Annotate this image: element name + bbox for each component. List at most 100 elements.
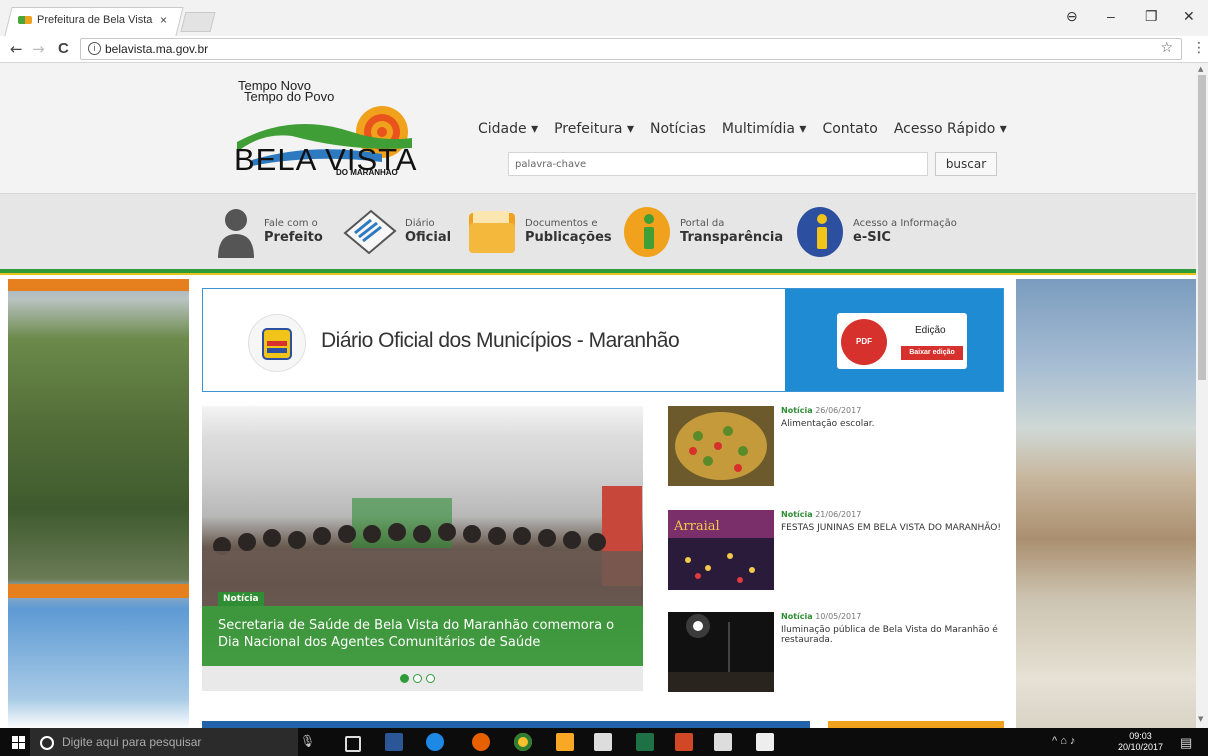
- nav-prefeitura[interactable]: Prefeitura ▾: [554, 121, 634, 137]
- news-meta: Notícia 21/06/2017: [781, 510, 861, 519]
- excel-icon[interactable]: [636, 733, 654, 751]
- news-meta: Notícia 10/05/2017: [781, 612, 861, 621]
- tab-content[interactable]: Prefeitura de Bela Vista d ×: [18, 13, 167, 27]
- browser-tab-bar: Prefeitura de Bela Vista d × ⊖ – ❐ ✕: [0, 0, 1208, 36]
- logo-tagline-2: Tempo do Povo: [244, 89, 335, 104]
- diario-edition-panel: PDF Edição Baixar edição: [785, 289, 1003, 391]
- close-tab-icon[interactable]: ×: [160, 13, 167, 27]
- bookmark-star-icon[interactable]: ☆: [1160, 40, 1173, 56]
- quick-link-esic[interactable]: Acesso a Informação e-SIC: [795, 206, 957, 258]
- tab-title[interactable]: Prefeitura de Bela Vista d: [37, 14, 155, 26]
- side-photo-left: [8, 279, 189, 728]
- url-text[interactable]: belavista.ma.gov.br: [105, 42, 208, 56]
- news-slider[interactable]: Notícia Secretaria de Saúde de Bela Vist…: [202, 406, 643, 691]
- calculator-icon[interactable]: [756, 733, 774, 751]
- page-viewport: Tempo Novo Tempo do Povo BELA VISTA DO M…: [0, 63, 1196, 728]
- news-item[interactable]: Notícia 10/05/2017 Iluminação pública de…: [668, 612, 1008, 692]
- news-item[interactable]: Notícia 26/06/2017 Alimentação escolar.: [668, 406, 1008, 486]
- address-bar-row: ← → C i belavista.ma.gov.br ☆ ⋮: [0, 36, 1208, 63]
- nav-contato[interactable]: Contato: [822, 121, 877, 137]
- site-info-icon[interactable]: i: [88, 42, 101, 55]
- task-view-icon[interactable]: [345, 736, 361, 752]
- quick-link-prefeito[interactable]: Fale com o Prefeito: [216, 206, 323, 258]
- microphone-icon[interactable]: 🎙: [300, 734, 315, 748]
- powerpoint-icon[interactable]: [675, 733, 693, 751]
- search-input[interactable]: palavra-chave: [508, 152, 928, 176]
- header-divider-accent: [0, 273, 1196, 275]
- taskbar-search-input[interactable]: Digite aqui para pesquisar: [62, 735, 201, 749]
- quick-access-bar: Fale com o Prefeito Diário Oficial Docum…: [0, 193, 1196, 270]
- news-date: 10/05/2017: [815, 612, 862, 621]
- state-seal-icon: [248, 314, 306, 372]
- download-edition-button[interactable]: Baixar edição: [901, 346, 963, 360]
- reload-icon[interactable]: C: [58, 40, 69, 57]
- slider-dot[interactable]: [413, 674, 422, 683]
- store-icon[interactable]: [594, 733, 612, 751]
- news-date: 26/06/2017: [815, 406, 862, 415]
- system-clock[interactable]: 09:03 20/10/2017: [1118, 731, 1163, 753]
- news-title[interactable]: FESTAS JUNINAS EM BELA VISTA DO MARANHÃO…: [781, 523, 1009, 533]
- news-tag: Notícia: [781, 510, 813, 519]
- quick-link-line2: Prefeito: [264, 230, 323, 245]
- chrome-icon[interactable]: [514, 733, 532, 751]
- scroll-down-icon[interactable]: ▼: [1198, 715, 1203, 723]
- close-window-icon[interactable]: ✕: [1183, 8, 1195, 25]
- quick-link-line1: Diário: [405, 218, 435, 229]
- quick-link-diario[interactable]: Diário Oficial: [341, 206, 451, 258]
- profile-icon[interactable]: ⊖: [1066, 8, 1078, 25]
- back-icon[interactable]: ←: [10, 40, 23, 58]
- page-scrollbar[interactable]: ▲ ▼: [1196, 63, 1208, 728]
- news-title[interactable]: Alimentação escolar.: [781, 419, 1009, 429]
- nav-noticias[interactable]: Notícias: [650, 121, 706, 137]
- search-button[interactable]: buscar: [935, 152, 997, 176]
- main-navigation: Cidade ▾ Prefeitura ▾ Notícias Multimídi…: [478, 121, 1007, 137]
- edition-card[interactable]: PDF Edição Baixar edição: [837, 313, 967, 369]
- diario-oficial-banner[interactable]: Diário Oficial dos Municípios - Maranhão…: [202, 288, 1004, 392]
- slider-dot[interactable]: [426, 674, 435, 683]
- forward-icon[interactable]: →: [32, 40, 45, 58]
- scroll-up-icon[interactable]: ▲: [1198, 65, 1203, 73]
- firefox-icon[interactable]: [472, 733, 490, 751]
- scrollbar-thumb[interactable]: [1198, 75, 1206, 380]
- mail-icon[interactable]: [714, 733, 732, 751]
- quick-link-line1: Acesso a Informação: [853, 218, 957, 229]
- restore-icon[interactable]: ❐: [1145, 8, 1158, 25]
- slider-pagination: [400, 674, 435, 683]
- news-meta: Notícia 26/06/2017: [781, 406, 861, 415]
- nav-acesso-rapido[interactable]: Acesso Rápido ▾: [894, 121, 1007, 137]
- site-logo[interactable]: Tempo Novo Tempo do Povo BELA VISTA DO M…: [232, 79, 422, 178]
- site-favicon-icon: [18, 16, 32, 24]
- news-thumbnail[interactable]: [668, 406, 774, 486]
- news-title[interactable]: Iluminação pública de Bela Vista do Mara…: [781, 625, 1009, 645]
- file-explorer-icon[interactable]: [556, 733, 574, 751]
- nav-multimidia[interactable]: Multimídia ▾: [722, 121, 807, 137]
- word-icon[interactable]: [385, 733, 403, 751]
- taskbar-search[interactable]: Digite aqui para pesquisar 🎙: [30, 728, 315, 756]
- clock-date: 20/10/2017: [1118, 742, 1164, 752]
- info-icon: [624, 207, 670, 257]
- slide-title[interactable]: Secretaria de Saúde de Bela Vista do Mar…: [218, 617, 638, 651]
- site-header: Tempo Novo Tempo do Povo BELA VISTA DO M…: [0, 63, 1196, 193]
- edge-icon[interactable]: [426, 733, 444, 751]
- svg-text:Arraial: Arraial: [673, 519, 720, 534]
- folder-icon: [469, 211, 515, 253]
- notifications-icon[interactable]: ▤: [1180, 735, 1192, 751]
- quick-link-line2: Publicações: [525, 230, 612, 245]
- news-thumbnail[interactable]: Arraial: [668, 510, 774, 590]
- tray-icons[interactable]: ^ ⌂ ♪: [1052, 735, 1075, 747]
- nav-cidade[interactable]: Cidade ▾: [478, 121, 538, 137]
- news-item[interactable]: Arraial Notícia 21/06/2017 FESTAS JUNINA…: [668, 510, 1008, 590]
- quick-link-line1: Documentos e: [525, 218, 598, 229]
- windows-start-icon[interactable]: [12, 736, 25, 749]
- new-tab-button[interactable]: [180, 12, 216, 32]
- cortana-icon[interactable]: [40, 736, 54, 750]
- minimize-icon[interactable]: –: [1107, 8, 1115, 24]
- browser-menu-icon[interactable]: ⋮: [1192, 40, 1206, 56]
- omnibox[interactable]: i belavista.ma.gov.br ☆: [80, 38, 1182, 60]
- news-tag: Notícia: [781, 612, 813, 621]
- quick-link-documentos[interactable]: Documentos e Publicações: [467, 206, 612, 258]
- slider-dot[interactable]: [400, 674, 409, 683]
- quick-link-transparencia[interactable]: Portal da Transparência: [622, 206, 783, 258]
- news-thumbnail[interactable]: [668, 612, 774, 692]
- pdf-icon: PDF: [841, 319, 887, 365]
